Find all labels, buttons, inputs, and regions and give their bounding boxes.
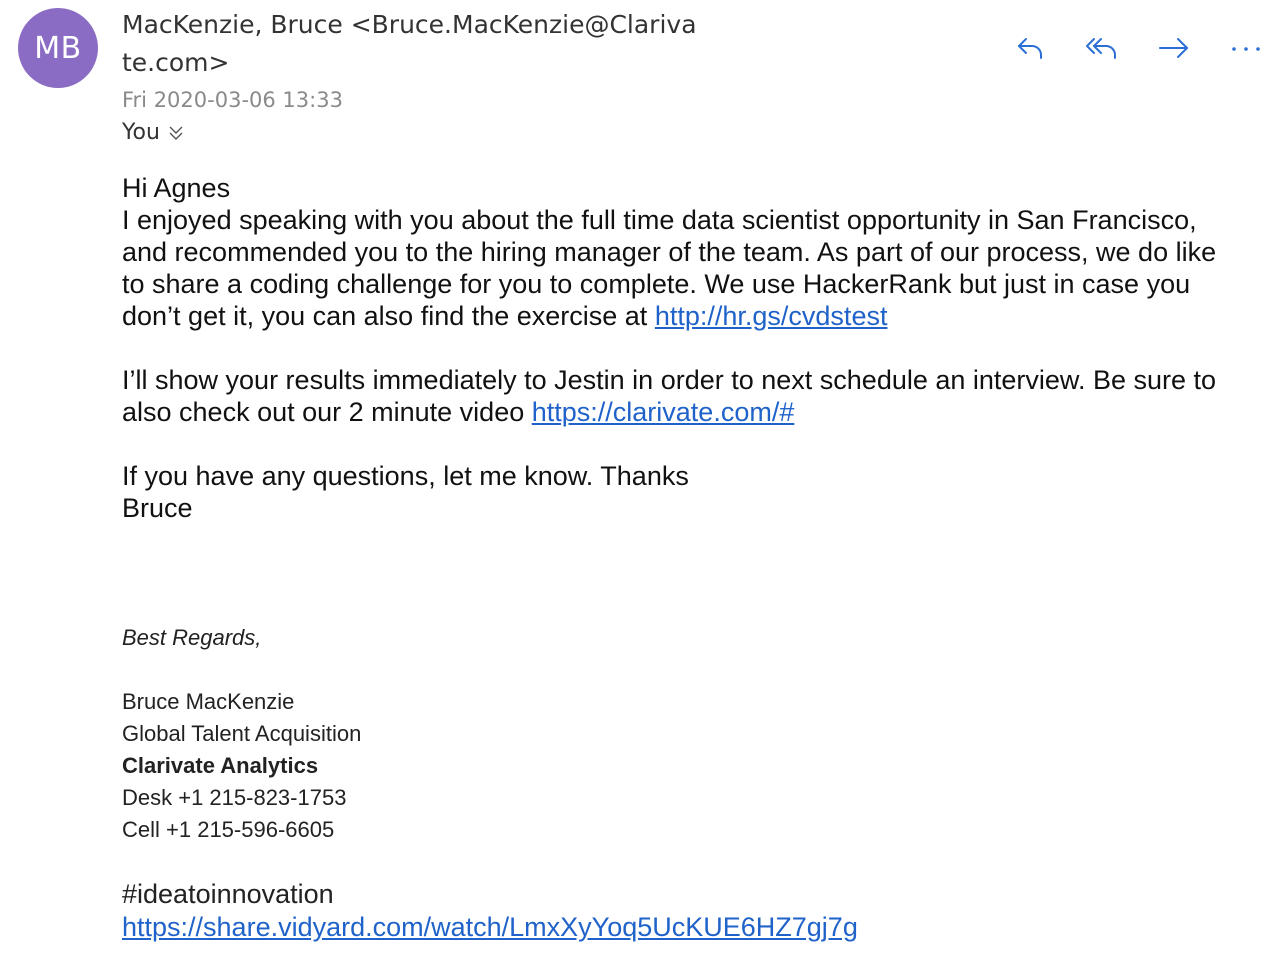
signature-closing: Best Regards, (122, 625, 262, 650)
sender-address[interactable]: MacKenzie, Bruce <Bruce.MacKenzie@Clariv… (122, 6, 702, 82)
greeting: Hi Agnes (122, 173, 231, 203)
reply-all-button[interactable] (1082, 28, 1122, 68)
avatar-initials: MB (34, 30, 82, 66)
email-signature: Best Regards, Bruce MacKenzie Global Tal… (122, 622, 361, 846)
sender-first-name: Bruce (122, 493, 193, 523)
reply-icon (1018, 38, 1042, 59)
signature-company: Clarivate Analytics (122, 753, 319, 778)
chevron-double-down-icon (169, 126, 183, 140)
more-actions-button[interactable] (1226, 28, 1262, 68)
signature-cell-phone: Cell +1 215-596-6605 (122, 817, 335, 842)
forward-button[interactable] (1154, 28, 1194, 68)
avatar[interactable]: MB (18, 8, 98, 88)
recipients-toggle[interactable]: You (122, 120, 186, 145)
message-body: Hi Agnes I enjoyed speaking with you abo… (122, 172, 1242, 524)
signature-title: Global Talent Acquisition (122, 721, 362, 746)
signature-desk-phone: Desk +1 215-823-1753 (122, 785, 347, 810)
video-link[interactable]: https://clarivate.com/# (532, 397, 795, 427)
paragraph-results: I’ll show your results immediately to Je… (122, 364, 1242, 428)
reply-all-icon (1086, 38, 1116, 59)
message-actions (1010, 28, 1262, 68)
recipient-label: You (122, 120, 160, 145)
more-icon (1232, 47, 1260, 51)
vidyard-link[interactable]: https://share.vidyard.com/watch/LmxXyYoq… (122, 912, 858, 942)
signature-tagline: #ideatoinnovation https://share.vidyard.… (122, 878, 858, 944)
exercise-link[interactable]: http://hr.gs/cvdstest (655, 301, 888, 331)
forward-icon (1159, 38, 1188, 58)
sent-date: Fri 2020-03-06 13:33 (122, 88, 343, 112)
paragraph-questions: If you have any questions, let me know. … (122, 461, 689, 491)
reply-button[interactable] (1010, 28, 1050, 68)
paragraph-opportunity: I enjoyed speaking with you about the fu… (122, 204, 1242, 332)
signature-name: Bruce MacKenzie (122, 689, 295, 714)
hashtag: #ideatoinnovation (122, 879, 334, 909)
